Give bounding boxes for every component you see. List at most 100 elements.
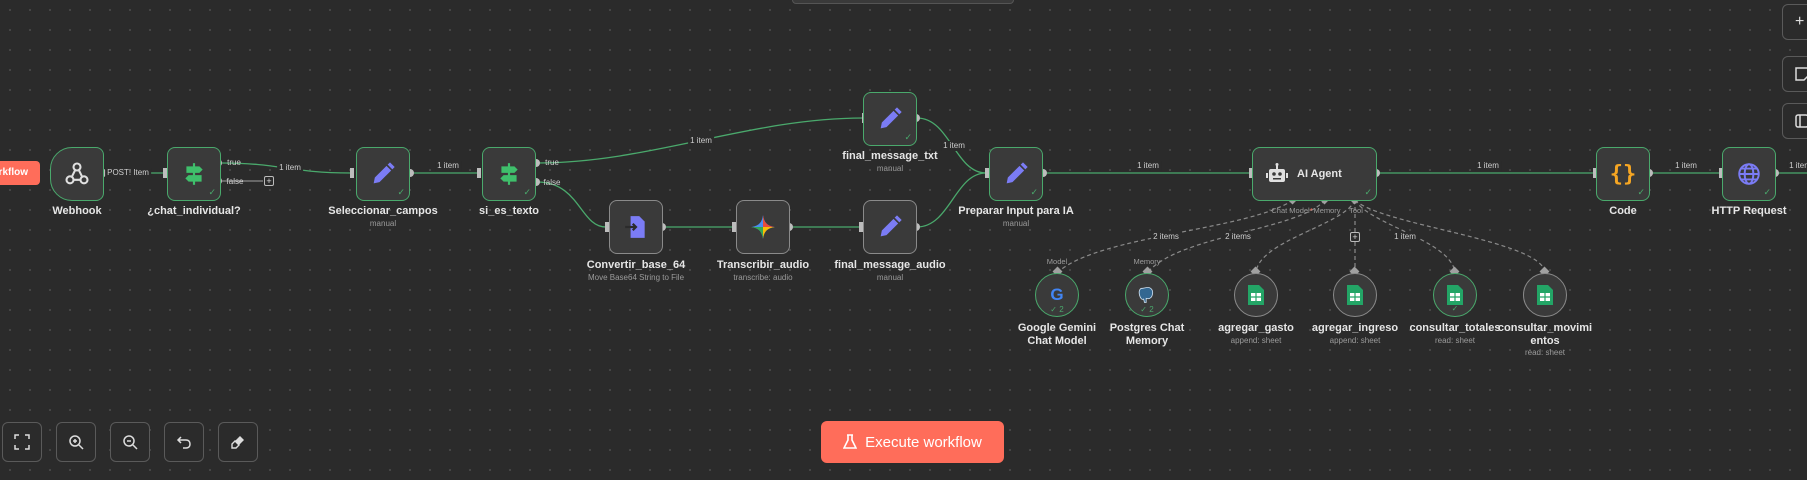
seleccionar-campos-sub: manual xyxy=(369,219,397,228)
port-label-tool: Tool xyxy=(1349,206,1363,215)
switch-icon xyxy=(185,163,203,185)
final-message-txt-node[interactable]: ✓ xyxy=(863,92,917,146)
zoom-in-button[interactable] xyxy=(56,422,96,462)
side-panel-button[interactable] xyxy=(1782,103,1807,139)
google-sheets-icon xyxy=(1248,285,1264,305)
edge-label-true: true xyxy=(545,158,559,167)
port-label-chat-model: Chat Model* xyxy=(1271,206,1313,215)
convertir-base-64-sub: Move Base64 String to File xyxy=(587,273,685,282)
pencil-icon xyxy=(373,162,395,184)
http-request-label: HTTP Request xyxy=(1711,205,1787,217)
consultar-movimientos-node[interactable] xyxy=(1523,273,1567,317)
sticky-note-icon xyxy=(1795,67,1807,81)
convertir-base-64-label: Convertir_base_64 xyxy=(586,259,686,271)
seleccionar-campos-node[interactable]: ✓ xyxy=(356,147,410,201)
edge-label: 1 item xyxy=(277,163,303,173)
success-check-icon: ✓ xyxy=(1637,187,1645,197)
port-label-memory: Memory xyxy=(1313,206,1341,215)
webhook-label: Webhook xyxy=(52,205,102,217)
run-count-badge: ✓ 2 xyxy=(1050,305,1064,314)
code-node[interactable]: {} ✓ xyxy=(1596,147,1650,201)
edge-label-false: false xyxy=(226,177,244,186)
add-tool-plus-icon[interactable]: + xyxy=(1350,232,1360,242)
edge-label: 1 item xyxy=(435,161,461,171)
convertir-base-64-node[interactable] xyxy=(609,200,663,254)
panel-icon xyxy=(1795,114,1807,128)
port-label-model: Model xyxy=(1046,257,1068,266)
ai-agent-label: AI Agent xyxy=(1297,168,1342,180)
gemini-icon xyxy=(751,215,775,239)
edge-label: POST! Item xyxy=(105,168,151,178)
agregar-ingreso-label: agregar_ingreso xyxy=(1311,322,1399,334)
execute-workflow-button[interactable]: Execute workflow xyxy=(821,421,1004,463)
si-es-texto-label: si_es_texto xyxy=(479,205,539,217)
postgres-chat-memory-node[interactable]: ✓ 2 xyxy=(1125,273,1169,317)
add-node-button[interactable]: + xyxy=(1782,4,1807,40)
edge-label: 2 items xyxy=(1151,232,1181,242)
edge-label: 1 item xyxy=(1392,232,1418,242)
preparar-input-node[interactable]: ✓ xyxy=(989,147,1043,201)
final-message-audio-node[interactable] xyxy=(863,200,917,254)
edge-label: 1 item xyxy=(1787,161,1807,171)
plus-icon: + xyxy=(1795,13,1805,30)
fit-view-button[interactable] xyxy=(2,422,42,462)
globe-icon xyxy=(1738,163,1760,185)
google-icon: G xyxy=(1050,285,1064,304)
success-check-icon: ✓ xyxy=(1451,304,1459,313)
agregar-ingreso-sub: append: sheet xyxy=(1329,336,1381,345)
edge-label: 2 items xyxy=(1223,232,1253,242)
success-check-icon: ✓ xyxy=(1364,187,1372,197)
consultar-totales-sub: read: sheet xyxy=(1434,336,1476,345)
agregar-gasto-node[interactable] xyxy=(1234,273,1278,317)
chat-individual-node[interactable]: ✓ xyxy=(167,147,221,201)
add-node-plus-icon[interactable]: + xyxy=(264,176,274,186)
postgres-elephant-icon xyxy=(1138,287,1154,303)
switch-icon xyxy=(500,163,518,185)
success-check-icon: ✓ xyxy=(397,187,405,197)
agregar-ingreso-node[interactable] xyxy=(1333,273,1377,317)
google-sheets-icon xyxy=(1447,285,1463,305)
edge-label: 1 item xyxy=(1475,161,1501,171)
undo-button[interactable] xyxy=(164,422,204,462)
fit-view-icon xyxy=(14,434,30,450)
seleccionar-campos-label: Seleccionar_campos xyxy=(328,205,438,217)
flask-icon xyxy=(843,434,858,449)
success-check-icon: ✓ xyxy=(1763,187,1771,197)
edge-label-true: true xyxy=(227,158,241,167)
port-label-memory: Memory xyxy=(1133,257,1161,266)
webhook-node[interactable] xyxy=(50,147,104,201)
preparar-input-sub: manual xyxy=(1002,219,1030,228)
ai-agent-node[interactable]: AI Agent ✓ xyxy=(1252,147,1377,201)
code-label: Code xyxy=(1609,205,1637,217)
transcribir-audio-node[interactable] xyxy=(736,200,790,254)
edge-label: 1 item xyxy=(941,141,967,151)
undo-icon xyxy=(176,436,191,449)
edge-label-false: false xyxy=(543,178,561,187)
agregar-gasto-label: agregar_gasto xyxy=(1218,322,1294,334)
consultar-totales-label: consultar_totales xyxy=(1409,322,1501,334)
webhook-icon xyxy=(65,162,89,185)
http-request-node[interactable]: ✓ xyxy=(1722,147,1776,201)
si-es-texto-node[interactable]: ✓ xyxy=(482,147,536,201)
preparar-input-label: Preparar Input para IA xyxy=(958,205,1074,217)
tidy-up-button[interactable] xyxy=(218,422,258,462)
pencil-icon xyxy=(1006,162,1028,184)
consultar-totales-node[interactable]: ✓ xyxy=(1433,273,1477,317)
edge-label: 1 item xyxy=(1135,161,1161,171)
braces-icon: {} xyxy=(1609,161,1637,187)
chat-individual-label: ¿chat_individual? xyxy=(147,205,241,217)
pencil-icon xyxy=(880,107,902,129)
consultar-movimientos-label: consultar_movimientos xyxy=(1497,322,1593,347)
edge-label: 1 item xyxy=(1673,161,1699,171)
zoom-out-button[interactable] xyxy=(110,422,150,462)
transcribir-audio-label: Transcribir_audio xyxy=(716,259,810,271)
sticky-note-button[interactable] xyxy=(1782,56,1807,92)
postgres-chat-memory-label: Postgres Chat Memory xyxy=(1109,322,1185,347)
google-gemini-chat-model-node[interactable]: G ✓ 2 xyxy=(1035,273,1079,317)
google-gemini-chat-model-label: Google Gemini Chat Model xyxy=(1017,322,1097,347)
google-sheets-icon xyxy=(1347,285,1363,305)
google-sheets-icon xyxy=(1537,285,1553,305)
success-check-icon: ✓ xyxy=(1030,187,1038,197)
execute-workflow-label: Execute workflow xyxy=(865,433,982,451)
edge-label: 1 item xyxy=(688,136,714,146)
